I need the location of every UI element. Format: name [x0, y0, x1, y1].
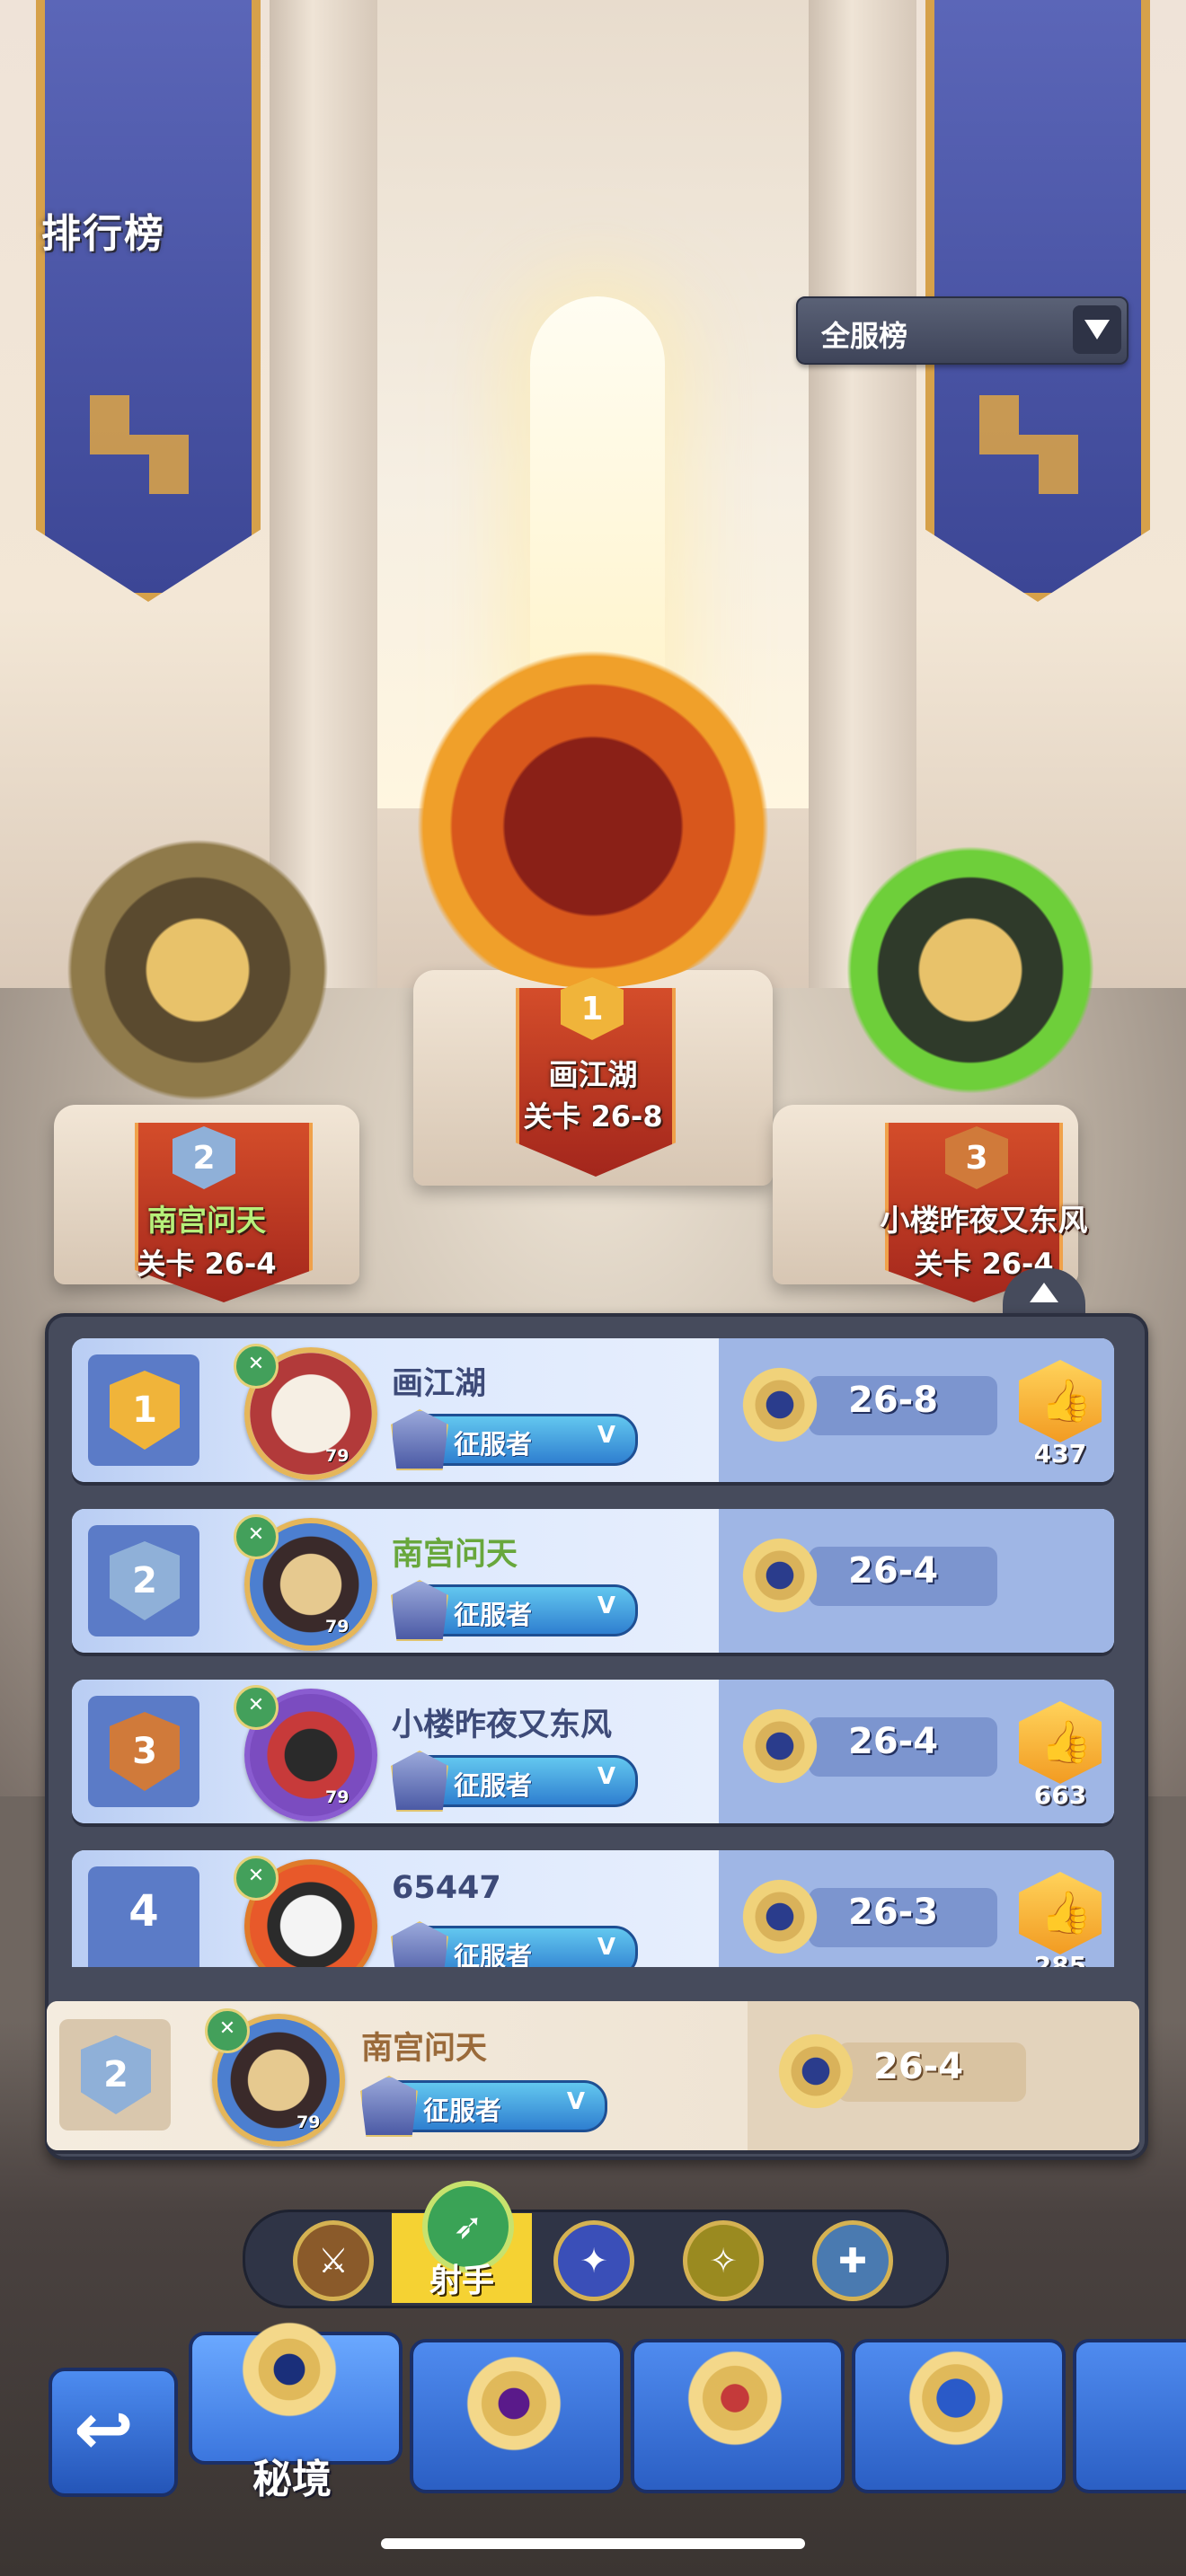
class-tab-label: 射手 — [429, 2263, 494, 2299]
chevron-down-icon — [1073, 305, 1121, 354]
player-name: 小楼昨夜又东风 — [392, 1707, 613, 1743]
class-tab-warrior-icon[interactable]: ⚔ — [293, 2220, 374, 2301]
podium-stage-second: 关卡 26-4 — [137, 1247, 277, 1281]
banner-left — [36, 0, 261, 602]
star-shield-emblem-icon — [902, 2344, 1010, 2452]
title-badge: 征服者 V — [391, 1921, 638, 1967]
stage-emblem-icon — [737, 1532, 823, 1619]
like-count: 285 — [1033, 1951, 1087, 1967]
thumbs-up-icon: 👍 — [1040, 1888, 1093, 1936]
class-tab-assassin-icon[interactable]: ✧ — [683, 2220, 764, 2301]
player-name: 南宫问天 — [392, 1537, 518, 1573]
player-name: 65447 — [392, 1870, 501, 1906]
avatar-level: 79 — [325, 1446, 350, 1466]
thumbs-up-icon: 👍 — [1040, 1717, 1093, 1766]
title-text: 征服者 — [454, 1770, 533, 1801]
thumbs-up-icon: 👍 — [1040, 1376, 1093, 1425]
title-badge: 征服者 V — [391, 1580, 638, 1641]
class-tab-mage-icon[interactable]: ✦ — [553, 2220, 634, 2301]
title-badge: 征服者 V — [360, 2076, 607, 2137]
self-ranking-row[interactable]: 2 ✕ 79 南宫问天 征服者 V 26-4 — [47, 2001, 1139, 2150]
podium-stage-third: 关卡 26-4 — [914, 1247, 1054, 1281]
class-tab-support-icon[interactable]: ✚ — [812, 2220, 893, 2301]
like-count: 663 — [1033, 1780, 1087, 1810]
purple-gem-emblem-icon — [460, 2350, 568, 2457]
avatar-level: 79 — [325, 1787, 350, 1807]
archer-class-icon: ✕ — [205, 2008, 250, 2053]
avatar-level: 79 — [325, 1617, 350, 1636]
chevron-up-icon — [1030, 1283, 1058, 1302]
archer-class-icon: ✕ — [234, 1685, 279, 1730]
player-name: 南宫问天 — [361, 2031, 488, 2067]
leaderboard-row-3[interactable]: 3 ✕ 79 小楼昨夜又东风 征服者 V 26-4 👍 663 — [72, 1680, 1114, 1823]
stage-emblem-icon — [773, 2028, 859, 2114]
player-name: 画江湖 — [392, 1366, 487, 1402]
home-indicator[interactable] — [381, 2538, 805, 2549]
stage-value: 26-8 — [848, 1380, 939, 1421]
title-tier: V — [597, 1422, 615, 1449]
leaderboard-list[interactable]: 1 ✕ 79 画江湖 征服者 V 26-8 👍 437 2 ✕ 79 南宫问天 … — [72, 1338, 1114, 1967]
scope-dropdown-label: 全服榜 — [821, 319, 908, 353]
return-arrow-icon: ↩ — [74, 2387, 135, 2471]
title-text: 征服者 — [454, 1941, 533, 1967]
archer-class-icon: ✕ — [234, 1856, 279, 1901]
podium-hero-first[interactable] — [377, 629, 809, 988]
title-tier: V — [597, 1592, 615, 1619]
podium-name-second: 南宫问天 — [147, 1203, 266, 1238]
stage-value: 26-4 — [848, 1550, 939, 1592]
stage-emblem-icon — [737, 1703, 823, 1789]
nav-tab-label: 秘境 — [252, 2457, 332, 2502]
podium-hero-second[interactable] — [36, 808, 359, 1132]
archer-class-icon: ✕ — [234, 1514, 279, 1559]
title-tier: V — [597, 1934, 615, 1961]
podium-hero-third[interactable] — [809, 808, 1132, 1132]
leaderboard-row-1[interactable]: 1 ✕ 79 画江湖 征服者 V 26-8 👍 437 — [72, 1338, 1114, 1482]
title-tier: V — [566, 2088, 585, 2115]
podium-stage-first: 关卡 26-8 — [523, 1099, 663, 1134]
page-title: 排行榜 — [41, 211, 165, 257]
avatar-level: 79 — [296, 2113, 321, 2132]
leaderboard-row-4[interactable]: 4 ✕ 65447 征服者 V 26-3 👍 285 — [72, 1850, 1114, 1967]
podium-name-first: 画江湖 — [548, 1057, 638, 1092]
like-count: 437 — [1033, 1439, 1087, 1469]
stage-value: 26-4 — [873, 2046, 964, 2087]
stage-emblem-icon — [737, 1362, 823, 1448]
title-text: 征服者 — [454, 1600, 533, 1630]
title-tier: V — [597, 1763, 615, 1790]
secret-realm-emblem-icon — [235, 2316, 343, 2423]
title-text: 征服者 — [423, 2095, 502, 2126]
archer-class-icon: ✕ — [234, 1344, 279, 1389]
title-text: 征服者 — [454, 1429, 533, 1460]
leaderboard-scene: 排行榜 全服榜 1 2 3 画江湖 关卡 26-8 南宫问天 关卡 26-4 小… — [0, 0, 1186, 2576]
scope-dropdown[interactable]: 全服榜 — [796, 296, 1128, 365]
title-badge: 征服者 V — [391, 1409, 638, 1470]
stage-value: 26-3 — [848, 1892, 939, 1933]
podium-name-third: 小楼昨夜又东风 — [880, 1203, 1088, 1238]
title-badge: 征服者 V — [391, 1751, 638, 1812]
crown-emblem-icon — [681, 2344, 789, 2452]
back-button[interactable]: ↩ — [49, 2368, 178, 2497]
stage-emblem-icon — [737, 1874, 823, 1960]
stage-value: 26-4 — [848, 1721, 939, 1762]
nav-tab-5[interactable] — [1073, 2339, 1186, 2493]
leaderboard-row-2[interactable]: 2 ✕ 79 南宫问天 征服者 V 26-4 — [72, 1509, 1114, 1653]
rank-number: 4 — [128, 1886, 159, 1936]
